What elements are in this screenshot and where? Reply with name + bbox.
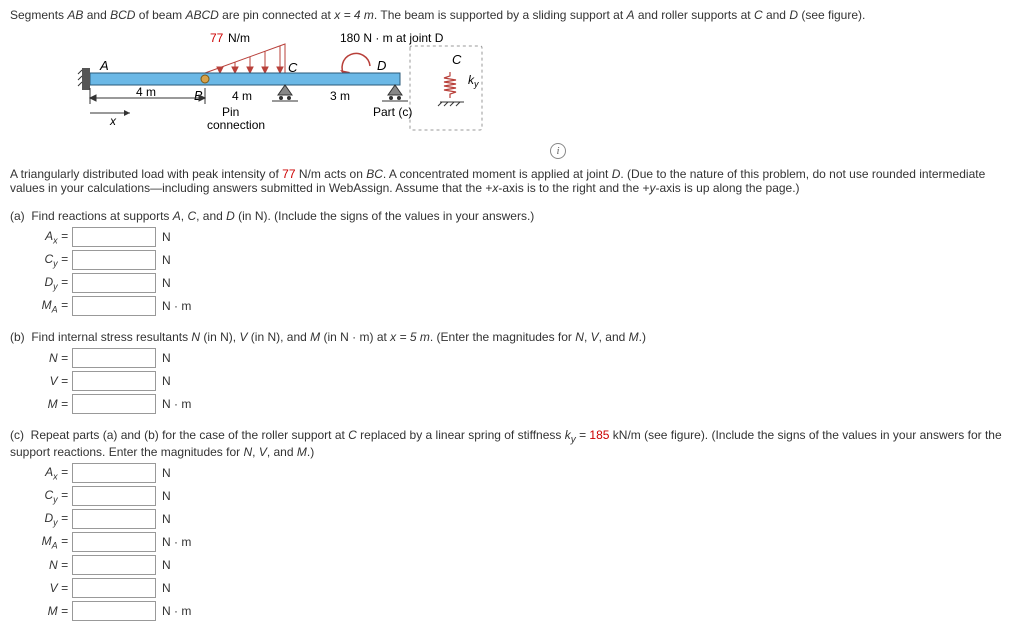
answer-unit: N <box>162 374 171 388</box>
answer-input[interactable] <box>72 486 156 506</box>
answer-label: V = <box>34 581 68 595</box>
svg-text:C: C <box>452 52 462 67</box>
answer-unit: N <box>162 558 171 572</box>
answer-row: N = N <box>34 348 1014 368</box>
answer-label: Ax = <box>34 229 68 245</box>
answer-label: N = <box>34 351 68 365</box>
answer-label: Dy = <box>34 511 68 527</box>
part-b: (b) Find internal stress resultants N (i… <box>10 330 1014 414</box>
answer-label: Ax = <box>34 465 68 481</box>
problem-statement: Segments AB and BCD of beam ABCD are pin… <box>10 8 1014 22</box>
answer-label: M = <box>34 397 68 411</box>
answer-label: V = <box>34 374 68 388</box>
part-a: (a) Find reactions at supports A, C, and… <box>10 209 1014 316</box>
answer-row: MA = N · m <box>34 532 1014 552</box>
answer-row: MA = N · m <box>34 296 1014 316</box>
answer-row: Ax = N <box>34 463 1014 483</box>
answer-input[interactable] <box>72 463 156 483</box>
answer-input[interactable] <box>72 509 156 529</box>
answer-unit: N <box>162 489 171 503</box>
svg-text:4 m: 4 m <box>232 89 252 103</box>
answer-row: Cy = N <box>34 486 1014 506</box>
answer-unit: N <box>162 581 171 595</box>
answer-row: V = N <box>34 578 1014 598</box>
answer-unit: N <box>162 466 171 480</box>
answer-label: N = <box>34 558 68 572</box>
answer-unit: N <box>162 253 171 267</box>
answer-row: M = N · m <box>34 601 1014 621</box>
svg-text:77: 77 <box>210 31 224 45</box>
figure: 77 N/m 180 N · m at joint D C ky A B C D… <box>10 28 1014 159</box>
svg-text:C: C <box>288 60 298 75</box>
answer-input[interactable] <box>72 394 156 414</box>
answer-unit: N <box>162 276 171 290</box>
answer-input[interactable] <box>72 348 156 368</box>
answer-input[interactable] <box>72 532 156 552</box>
answer-row: V = N <box>34 371 1014 391</box>
svg-text:ky: ky <box>468 73 479 89</box>
answer-input[interactable] <box>72 250 156 270</box>
answer-input[interactable] <box>72 296 156 316</box>
svg-text:D: D <box>377 58 386 73</box>
svg-text:180 N · m at joint D: 180 N · m at joint D <box>340 31 444 45</box>
svg-text:3 m: 3 m <box>330 89 350 103</box>
answer-row: Dy = N <box>34 273 1014 293</box>
svg-text:4 m: 4 m <box>136 85 156 99</box>
answer-input[interactable] <box>72 578 156 598</box>
answer-row: N = N <box>34 555 1014 575</box>
answer-label: Cy = <box>34 488 68 504</box>
answer-row: Cy = N <box>34 250 1014 270</box>
answer-input[interactable] <box>72 227 156 247</box>
answer-label: MA = <box>34 298 68 314</box>
answer-unit: N <box>162 351 171 365</box>
answer-unit: N · m <box>162 535 191 549</box>
svg-text:A: A <box>99 58 109 73</box>
answer-label: MA = <box>34 534 68 550</box>
answer-unit: N · m <box>162 604 191 618</box>
svg-text:connection: connection <box>207 118 265 132</box>
svg-text:Pin: Pin <box>222 105 239 119</box>
svg-text:N/m: N/m <box>228 31 250 45</box>
answer-input[interactable] <box>72 601 156 621</box>
answer-unit: N <box>162 230 171 244</box>
problem-description: A triangularly distributed load with pea… <box>10 167 1014 195</box>
answer-input[interactable] <box>72 273 156 293</box>
answer-row: Dy = N <box>34 509 1014 529</box>
answer-row: Ax = N <box>34 227 1014 247</box>
part-c: (c) Repeat parts (a) and (b) for the cas… <box>10 428 1014 621</box>
answer-unit: N · m <box>162 397 191 411</box>
info-icon[interactable]: i <box>550 143 566 159</box>
answer-unit: N · m <box>162 299 191 313</box>
answer-input[interactable] <box>72 371 156 391</box>
answer-input[interactable] <box>72 555 156 575</box>
answer-label: Cy = <box>34 252 68 268</box>
answer-label: M = <box>34 604 68 618</box>
svg-text:Part (c): Part (c) <box>373 105 412 119</box>
answer-label: Dy = <box>34 275 68 291</box>
answer-row: M = N · m <box>34 394 1014 414</box>
answer-unit: N <box>162 512 171 526</box>
svg-text:x: x <box>109 114 117 128</box>
